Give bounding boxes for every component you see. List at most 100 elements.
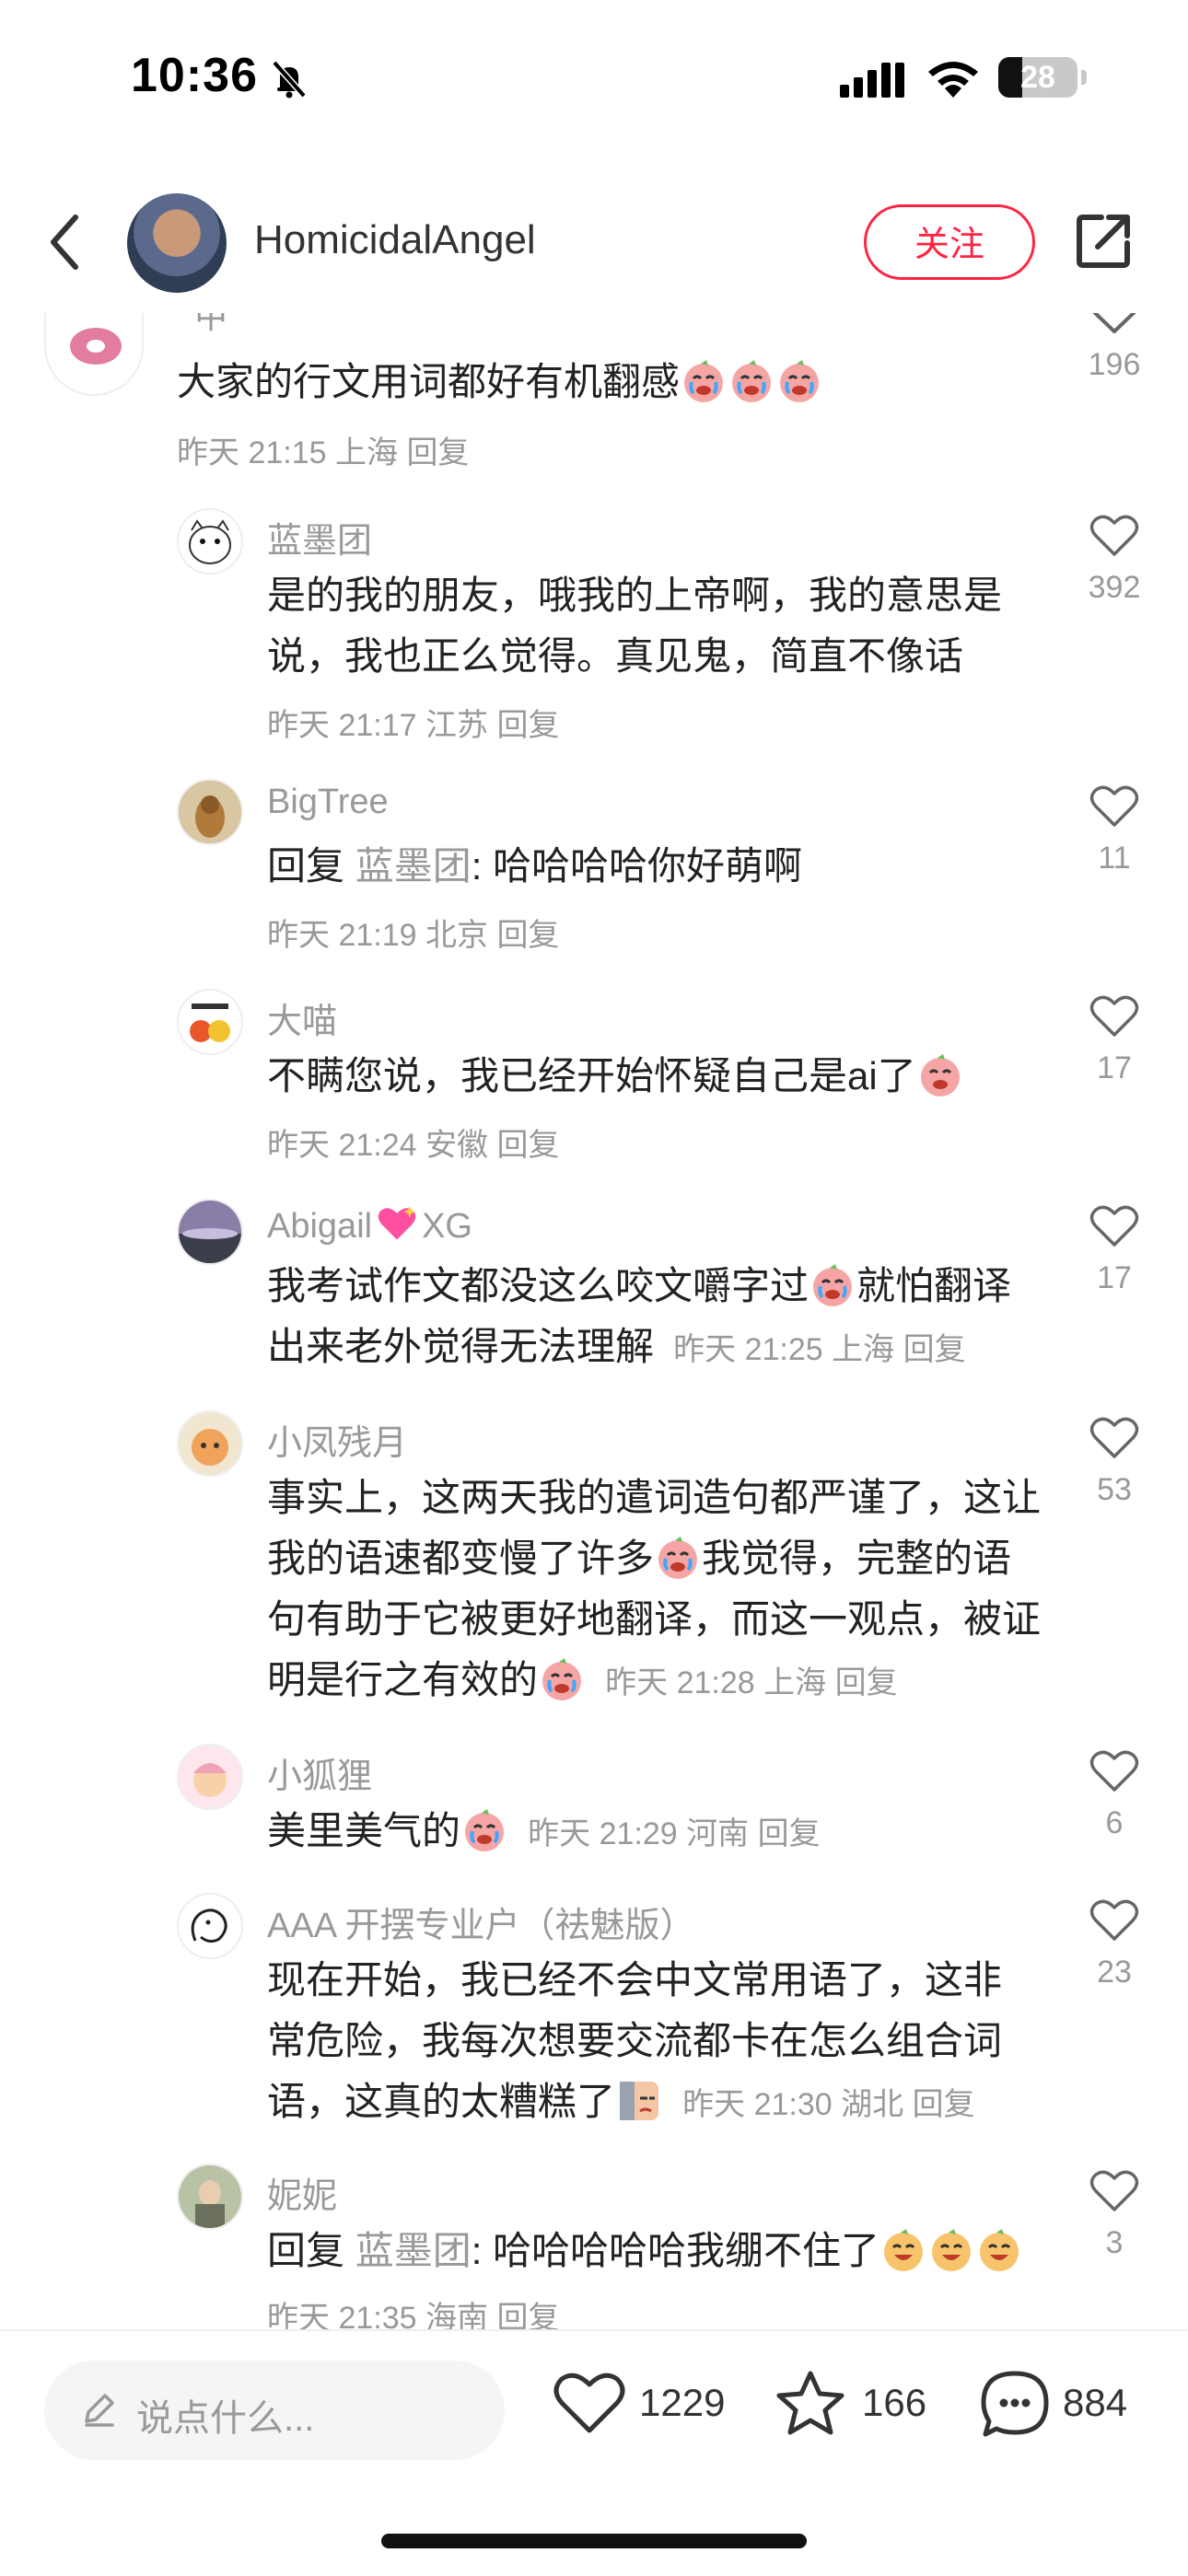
share-icon[interactable]	[1074, 210, 1135, 271]
reply-time: 昨天 21:19	[267, 918, 417, 953]
post-like-count: 1229	[639, 2381, 726, 2424]
crying-face-icon	[542, 1658, 582, 1700]
reply-author[interactable]: 小凤残月	[267, 1414, 407, 1465]
reply-author[interactable]: 大喵	[267, 992, 337, 1043]
reply-text: 我考试作文都没这么咬文嚼字过 就怕翻译出来老外觉得无法理解 昨天 21:25 上海…	[267, 1264, 1012, 1368]
avatar[interactable]	[177, 508, 243, 574]
reply-location: 海南	[425, 2301, 488, 2329]
battery-level: 28	[1020, 60, 1055, 95]
reply-text: 回复 蓝墨团: 哈哈哈哈哈我绷不住了	[267, 2221, 1059, 2281]
reply-location: 北京	[425, 918, 488, 953]
battery-indicator: 28	[998, 57, 1077, 98]
like-count: 23	[1097, 1955, 1132, 1990]
comment-author[interactable]: 甲	[193, 313, 228, 338]
like-count: 11	[1098, 841, 1131, 876]
comment-post-button[interactable]: 884	[978, 2370, 1162, 2443]
avatar[interactable]	[177, 1744, 243, 1810]
reply-button[interactable]: 回复	[496, 2301, 559, 2329]
heart-icon	[1089, 785, 1139, 827]
comment-list: 甲 大家的行文用词都好有机翻感 昨天 21:15 上海 回复 196 蓝墨团 是…	[0, 313, 1188, 2329]
like-count: 53	[1097, 1472, 1132, 1507]
reply-author[interactable]: 妮妮	[267, 2167, 337, 2218]
author-avatar[interactable]	[127, 193, 227, 293]
reply-text: 美里美气的 昨天 21:29 河南 回复	[267, 1809, 821, 1852]
like-button[interactable]: 17	[1068, 1204, 1160, 1296]
heart-icon	[1089, 1750, 1139, 1792]
reply-target[interactable]: 蓝墨团	[355, 844, 472, 888]
avatar[interactable]	[177, 1410, 243, 1477]
avatar[interactable]	[177, 2164, 243, 2230]
post-comment-count: 884	[1063, 2381, 1128, 2424]
comment-text: 大家的行文用词都好有机翻感	[177, 352, 987, 412]
author-name[interactable]: HomicidalAngel	[254, 217, 536, 263]
reply-target[interactable]: 蓝墨团	[355, 2229, 472, 2272]
like-post-button[interactable]: 1229	[553, 2370, 737, 2443]
like-count: 196	[1088, 347, 1141, 382]
reply-text: 不瞒您说，我已经开始怀疑自己是ai了	[267, 1046, 1031, 1107]
laughing-face-icon	[932, 2229, 972, 2271]
laughing-face-icon	[980, 2229, 1019, 2271]
avatar[interactable]	[177, 989, 243, 1055]
reply-button[interactable]: 回复	[903, 1332, 966, 1367]
heart-icon	[1092, 313, 1136, 333]
reply-author[interactable]: AAA 开摆专业户（祛魅版）	[267, 1897, 695, 1947]
reply-time: 昨天 21:24	[267, 1128, 417, 1163]
reply-button[interactable]: 回复	[496, 918, 559, 953]
reply-meta: 昨天 21:29 河南 回复	[519, 1816, 821, 1851]
reply-button[interactable]: 回复	[496, 1128, 559, 1163]
reply-location: 湖北	[841, 2087, 904, 2122]
like-button[interactable]: 23	[1068, 1898, 1160, 1990]
like-button[interactable]: 3	[1068, 2169, 1160, 2261]
reply-author[interactable]: 小狐狸	[267, 1747, 372, 1798]
heart-icon	[1089, 1417, 1139, 1458]
like-count: 392	[1088, 570, 1141, 605]
crying-face-icon	[780, 360, 820, 402]
like-button[interactable]: 17	[1068, 994, 1160, 1086]
comment-input[interactable]: 说点什么...	[44, 2361, 505, 2460]
reply-meta: 昨天 21:28 上海 回复	[597, 1665, 898, 1700]
like-count: 3	[1105, 2225, 1124, 2260]
reply-time: 昨天 21:30	[682, 2087, 833, 2122]
avatar[interactable]	[177, 1893, 243, 1959]
disappointed-face-icon	[620, 2082, 659, 2120]
like-button[interactable]: 196	[1068, 313, 1160, 383]
reply-author[interactable]: 蓝墨团	[267, 512, 372, 563]
reply-meta: 昨天 21:17 江苏 回复	[267, 700, 559, 745]
reply-text: 回复 蓝墨团: 哈哈哈哈你好萌啊	[267, 844, 803, 888]
like-button[interactable]: 11	[1068, 784, 1160, 876]
reply-meta: 昨天 21:25 上海 回复	[665, 1332, 966, 1367]
battery-tip	[1081, 70, 1087, 85]
avatar[interactable]	[44, 313, 144, 396]
follow-button[interactable]: 关注	[864, 204, 1035, 280]
reply-time: 昨天 21:25	[673, 1332, 823, 1367]
heart-icon	[1089, 1899, 1139, 1941]
reply-button[interactable]: 回复	[835, 1665, 898, 1700]
back-icon[interactable]	[46, 212, 83, 273]
reply-author[interactable]: Abigail XG	[267, 1202, 472, 1247]
heart-icon	[1089, 2170, 1139, 2211]
reply-button[interactable]: 回复	[913, 2087, 975, 2122]
collect-post-button[interactable]: 166	[774, 2370, 939, 2443]
star-icon	[776, 2371, 844, 2435]
reply-button[interactable]: 回复	[406, 435, 469, 470]
reply-time: 昨天 21:35	[267, 2301, 417, 2329]
crying-face-icon	[465, 1809, 505, 1851]
reply-meta: 昨天 21:24 安徽 回复	[267, 1120, 559, 1165]
reply-button[interactable]: 回复	[496, 708, 559, 743]
like-count: 6	[1105, 1805, 1124, 1840]
reply-text: 是的我的朋友，哦我的上帝啊，我的意思是说，我也正么觉得。真见鬼，简直不像话	[267, 574, 1003, 678]
reply-button[interactable]: 回复	[758, 1816, 821, 1851]
home-indicator[interactable]	[381, 2534, 807, 2548]
avatar[interactable]	[177, 779, 243, 845]
like-button[interactable]: 392	[1068, 514, 1160, 606]
reply-location: 安徽	[425, 1128, 488, 1163]
reply-author[interactable]: BigTree	[267, 783, 389, 822]
bell-off-icon	[272, 60, 307, 99]
like-button[interactable]: 53	[1068, 1416, 1160, 1508]
heart-icon	[1089, 1205, 1139, 1247]
sparkling-heart-icon	[378, 1205, 416, 1240]
reply-prefix: 回复	[267, 844, 345, 888]
like-button[interactable]: 6	[1068, 1749, 1160, 1841]
avatar[interactable]	[177, 1199, 243, 1265]
reply-time: 昨天 21:29	[528, 1816, 678, 1851]
